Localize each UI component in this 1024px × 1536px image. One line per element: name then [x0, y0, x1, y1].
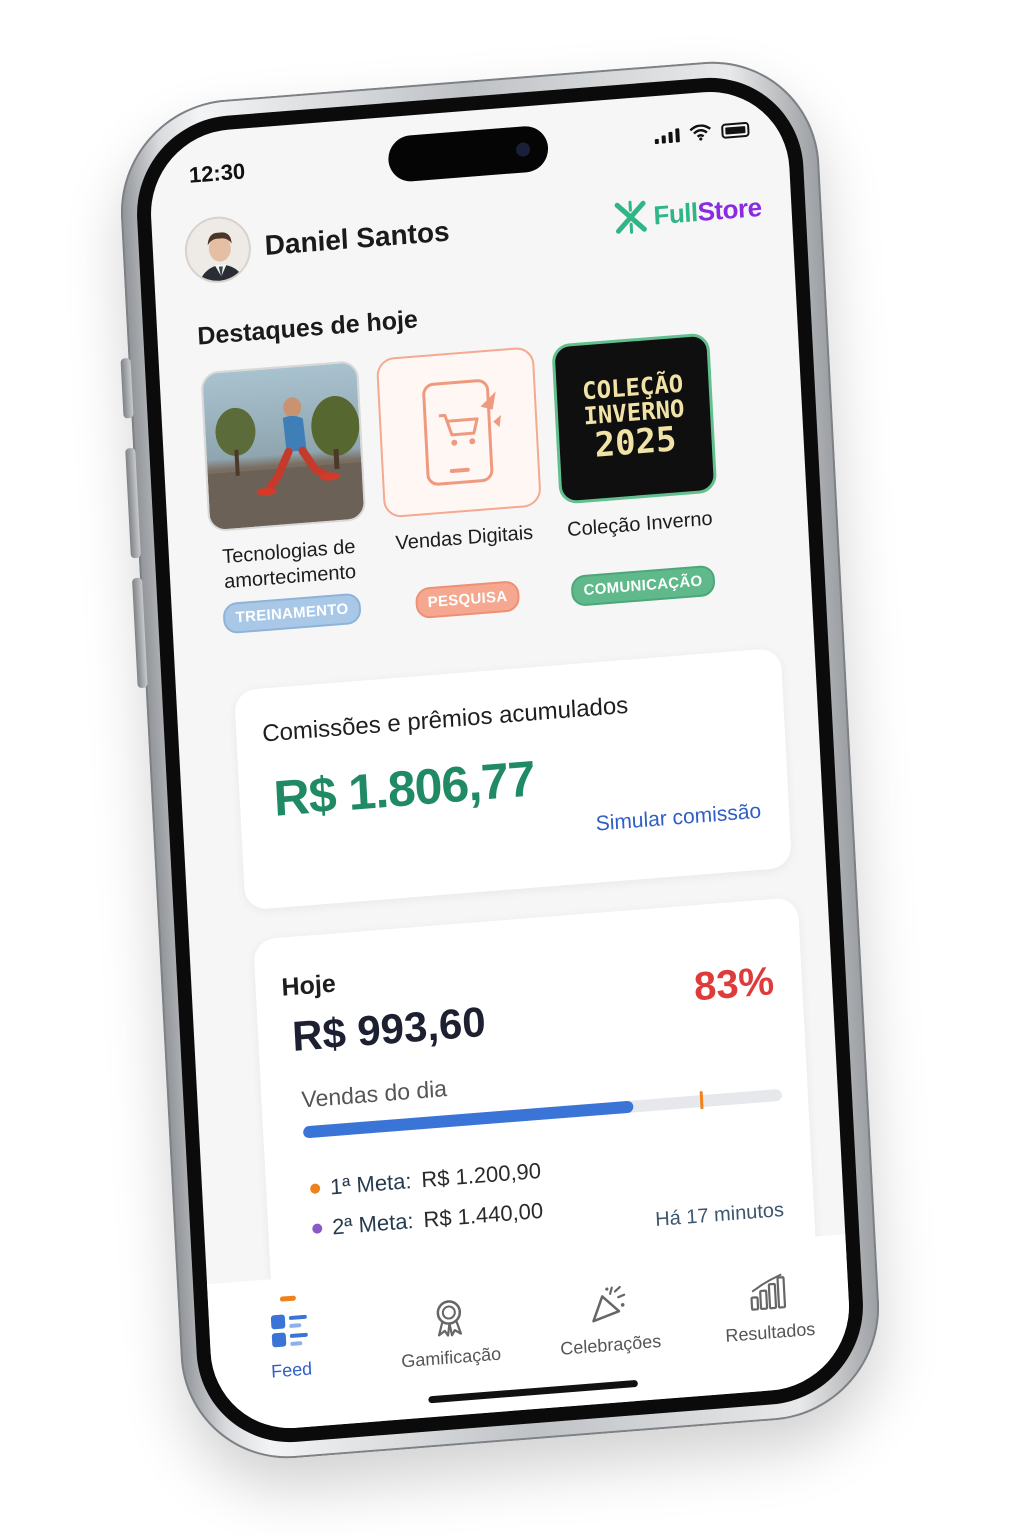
party-popper-icon [586, 1283, 632, 1326]
commissions-value: R$ 1.806,77 [272, 750, 536, 827]
tag-pesquisa: PESQUISA [414, 580, 521, 620]
highlight-label: Vendas Digitais [395, 521, 534, 555]
simulate-commission-link[interactable]: Simular comissão [595, 800, 762, 837]
meta2-dot [312, 1223, 323, 1235]
tab-gamificacao[interactable]: Gamificação [378, 1292, 521, 1374]
active-tab-indicator [279, 1295, 297, 1302]
tab-feed[interactable]: Feed [219, 1295, 362, 1387]
user-name: Daniel Santos [263, 215, 451, 262]
tab-label: Gamificação [400, 1343, 502, 1372]
status-icons [654, 121, 750, 145]
status-time: 12:30 [188, 158, 246, 188]
meta2-row: 2ª Meta: R$ 1.440,00 [312, 1198, 544, 1242]
highlight-label: Coleção Inverno [566, 507, 714, 542]
tab-label: Resultados [724, 1318, 816, 1346]
meta1-value: R$ 1.200,90 [420, 1157, 542, 1193]
meta1-marker [699, 1090, 704, 1110]
highlight-card-treinamento[interactable]: Tecnologias de amortecimento TREINAMENTO [199, 360, 372, 635]
home-indicator[interactable] [428, 1379, 638, 1404]
stage: 12:30 Daniel Santos FullStore Destaques … [0, 0, 1024, 1536]
header: Daniel Santos FullStore [183, 172, 763, 287]
tab-label: Celebrações [559, 1330, 662, 1359]
commissions-title: Comissões e prêmios acumulados [261, 691, 629, 748]
today-sales-value: R$ 993,60 [290, 997, 487, 1061]
medal-icon [426, 1296, 472, 1339]
signal-icon [654, 126, 680, 145]
today-title: Hoje [280, 969, 337, 1002]
brand-logo: FullStore [613, 190, 763, 236]
avatar[interactable] [183, 214, 253, 286]
sales-label: Vendas do dia [300, 1075, 448, 1113]
runner-photo [200, 360, 367, 533]
goal-percent: 83% [692, 959, 776, 1010]
tab-celebracoes[interactable]: Celebrações [538, 1279, 681, 1361]
highlight-label: Tecnologias de amortecimento [221, 535, 357, 594]
meta1-label: 1ª Meta: [329, 1168, 413, 1200]
highlight-card-pesquisa[interactable]: Vendas Digitais PESQUISA [375, 346, 548, 621]
tab-resultados[interactable]: Resultados [697, 1267, 840, 1349]
tab-label: Feed [270, 1358, 313, 1382]
dynamic-island [387, 124, 550, 184]
commissions-card: Comissões e prêmios acumulados R$ 1.806,… [234, 647, 793, 911]
wifi-icon [689, 124, 711, 141]
digital-sales-illustration [375, 346, 542, 519]
brand-name: FullStore [652, 191, 763, 230]
meta2-value: R$ 1.440,00 [422, 1197, 544, 1233]
last-updated: Há 17 minutos [654, 1198, 785, 1232]
meta1-row: 1ª Meta: R$ 1.200,90 [309, 1157, 542, 1202]
battery-icon [720, 121, 750, 139]
highlights-carousel: Tecnologias de amortecimento TREINAMENTO [199, 327, 787, 635]
highlight-card-comunicacao[interactable]: COLEÇÃO INVERNO 2025 Coleção Inverno COM… [550, 332, 723, 607]
shopping-cart-phone-icon [422, 379, 501, 486]
bar-chart-icon [745, 1271, 791, 1314]
phone-device: 12:30 Daniel Santos FullStore Destaques … [115, 53, 885, 1467]
feed-icon [267, 1308, 313, 1351]
avatar-image [185, 216, 253, 286]
screen: 12:30 Daniel Santos FullStore Destaques … [146, 85, 854, 1435]
meta1-dot [309, 1183, 321, 1195]
today-card: Hoje R$ 993,60 83% Vendas do dia 1ª Meta… [253, 897, 817, 1300]
winter-collection-poster: COLEÇÃO INVERNO 2025 [551, 332, 718, 505]
highlights-title: Destaques de hoje [196, 305, 419, 351]
tag-treinamento: TREINAMENTO [222, 592, 362, 635]
tag-comunicacao: COMUNICAÇÃO [570, 564, 716, 607]
poster-text: COLEÇÃO INVERNO 2025 [581, 369, 686, 467]
fullstore-logo-icon [614, 200, 647, 234]
meta2-label: 2ª Meta: [331, 1208, 415, 1240]
